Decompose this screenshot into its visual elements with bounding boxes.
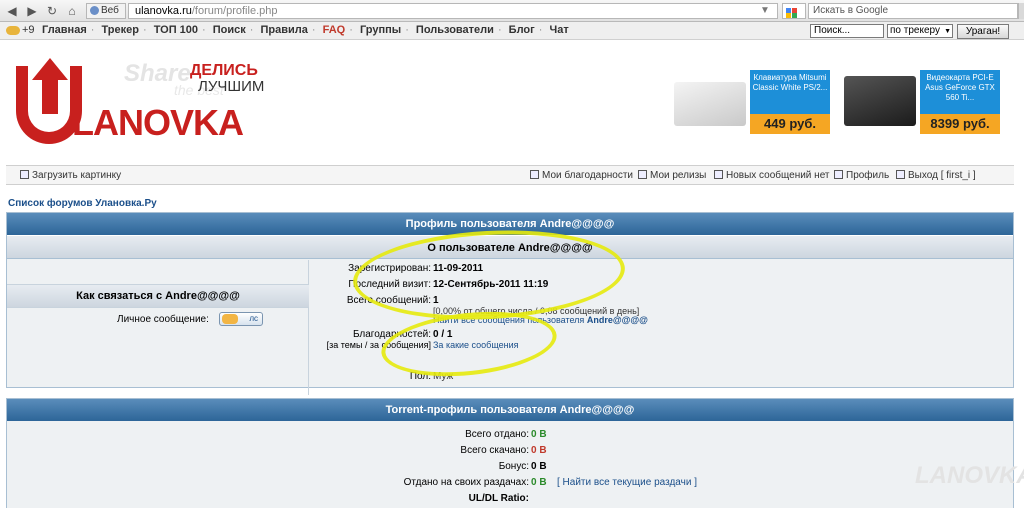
watermark-logo: LANOVKA: [915, 462, 1024, 489]
new-messages-link[interactable]: Новых сообщений нет: [714, 170, 830, 181]
browser-search-input[interactable]: Искать в Google: [808, 3, 1018, 19]
profile-icon: [834, 170, 843, 179]
logo-slogan-2: ЛУЧШИМ: [198, 78, 265, 95]
browser-scrollbar-edge: [1018, 3, 1024, 19]
keyboard-image: [674, 82, 746, 126]
my-releases-label: Мои релизы: [650, 170, 707, 181]
web-label-text: Веб: [101, 5, 119, 16]
releases-icon: [638, 170, 647, 179]
profile-link[interactable]: Профиль: [834, 170, 889, 181]
nav-rules[interactable]: Правила: [261, 24, 308, 36]
upload-image-label: Загрузить картинку: [32, 170, 122, 181]
weather-widget[interactable]: +9: [6, 24, 35, 36]
seeding-value: 0 B: [531, 477, 547, 488]
nav-groups[interactable]: Группы: [360, 24, 401, 36]
site-logo[interactable]: Share the best ДЕЛИСЬ ЛУЧШИМ LANOVKA: [14, 52, 264, 152]
my-thanks-label: Мои благодарности: [542, 170, 634, 181]
back-icon[interactable]: ◀: [4, 3, 20, 19]
nav-home[interactable]: Главная: [42, 24, 87, 36]
pm-button-label: лс: [249, 314, 258, 323]
forward-icon[interactable]: ▶: [24, 3, 40, 19]
site-top-menu: +9 Главная · Трекер · ТОП 100 · Поиск · Прав…: [0, 22, 1024, 40]
logout-icon: [896, 170, 905, 179]
nav-faq[interactable]: FAQ: [323, 24, 346, 36]
nav-blog[interactable]: Блог: [509, 24, 535, 36]
contact-header: Как связаться с Andre@@@@: [7, 284, 309, 308]
ratio-label: UL/DL Ratio:: [468, 493, 529, 504]
logo-arrow-stem: [42, 78, 58, 114]
chevron-down-icon: ▼: [944, 28, 951, 35]
url-domain: ulanovka.ru: [135, 5, 192, 17]
videocard-image: [844, 76, 916, 126]
profile-label: Профиль: [846, 170, 890, 181]
logo-arrow-icon: [32, 58, 68, 80]
weather-icon: [6, 25, 20, 35]
url-dropdown-icon[interactable]: ▼: [760, 5, 770, 16]
ad-title: Видеокарта PCI-E Asus GeForce GTX 560 Ti…: [920, 70, 1000, 114]
new-messages-label: Новых сообщений нет: [726, 170, 830, 181]
ad-price: 449 руб.: [750, 114, 830, 134]
uploaded-label: Всего отдано:: [465, 429, 529, 440]
home-icon[interactable]: ⌂: [64, 3, 80, 19]
pm-button[interactable]: лс: [219, 312, 263, 326]
bonus-value: 0 B: [531, 461, 547, 472]
users-icon: [222, 314, 238, 324]
logo-text: LANOVKA: [72, 102, 244, 143]
mail-icon: [714, 170, 723, 179]
pm-label: Личное сообщение:: [117, 314, 209, 325]
web-search-label[interactable]: Веб: [86, 3, 126, 19]
google-icon[interactable]: [782, 3, 806, 19]
seeding-label: Отдано на своих раздачах:: [403, 477, 529, 488]
uploaded-value: 0 B: [531, 429, 547, 440]
upload-image-link[interactable]: Загрузить картинку: [20, 170, 121, 181]
find-posts-user: Andre@@@@: [586, 315, 648, 325]
address-bar[interactable]: ulanovka.ru/forum/profile.php: [128, 3, 778, 19]
user-toolbar: Загрузить картинку Мои благодарности Мои…: [6, 165, 1014, 185]
nav-users[interactable]: Пользователи: [416, 24, 494, 36]
torrent-title: Torrent-профиль пользователя Andre@@@@: [7, 399, 1013, 421]
search-button[interactable]: Ураган!: [957, 24, 1009, 39]
downloaded-label: Всего скачано:: [460, 445, 529, 456]
search-scope-select[interactable]: по трекеру ▼: [887, 24, 953, 38]
ad-title: Клавиатура Mitsumi Classic White PS/2...: [750, 70, 830, 114]
search-scope-value: по трекеру: [890, 25, 940, 36]
torrent-table: Torrent-профиль пользователя Andre@@@@ В…: [6, 398, 1014, 508]
contact-column: Как связаться с Andre@@@@ Личное сообщен…: [7, 260, 309, 395]
profile-table: Профиль пользователя Andre@@@@ О пользов…: [6, 212, 1014, 395]
thanks-icon: [530, 170, 539, 179]
downloaded-value: 0 B: [531, 445, 547, 456]
ad-price: 8399 руб.: [920, 114, 1000, 134]
nav-search[interactable]: Поиск: [213, 24, 246, 36]
globe-icon: [90, 6, 99, 15]
find-seeding-link[interactable]: [ Найти все текущие раздачи ]: [557, 477, 697, 488]
nav-top100[interactable]: ТОП 100: [154, 24, 198, 36]
reload-icon[interactable]: ↻: [44, 3, 60, 19]
bonus-label: Бонус:: [498, 461, 529, 472]
site-search-input[interactable]: Поиск...: [810, 24, 884, 38]
url-path: /forum/profile.php: [191, 5, 278, 17]
main-nav: Главная · Трекер · ТОП 100 · Поиск · Правила…: [42, 24, 569, 36]
my-thanks-link[interactable]: Мои благодарности: [530, 170, 633, 181]
image-icon: [20, 170, 29, 179]
nav-tracker[interactable]: Трекер: [101, 24, 138, 36]
my-releases-link[interactable]: Мои релизы: [638, 170, 706, 181]
weather-temp: +9: [22, 24, 35, 36]
breadcrumb[interactable]: Список форумов Улановка.Ру: [8, 198, 157, 209]
browser-toolbar: ◀ ▶ ↻ ⌂ Веб ulanovka.ru/forum/profile.ph…: [0, 0, 1024, 22]
nav-chat[interactable]: Чат: [549, 24, 568, 36]
logout-label: Выход [ first_i ]: [908, 170, 976, 181]
logout-link[interactable]: Выход [ first_i ]: [896, 170, 976, 181]
